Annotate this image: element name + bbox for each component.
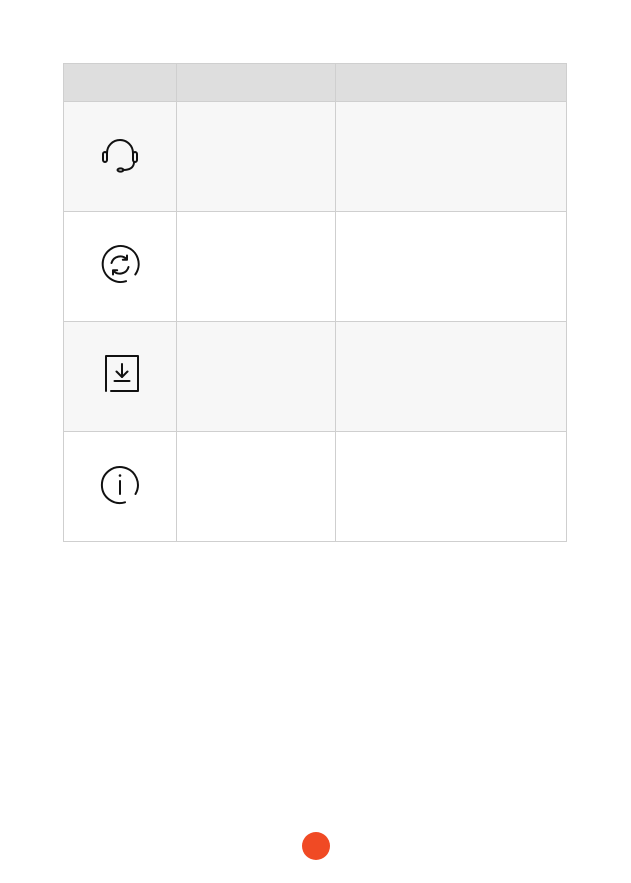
table-row xyxy=(62,431,568,542)
feature-name-cell xyxy=(176,101,336,212)
info-icon xyxy=(101,466,139,504)
feature-description-cell xyxy=(334,321,568,432)
icon-cell xyxy=(62,431,178,542)
feature-name-cell xyxy=(176,211,336,322)
download-document-icon xyxy=(105,355,140,392)
table-header-row xyxy=(62,63,568,102)
header-cell-icon xyxy=(62,63,178,102)
icon-cell xyxy=(62,321,178,432)
headset-icon xyxy=(102,139,139,173)
refresh-icon xyxy=(101,245,140,283)
feature-table xyxy=(62,63,568,542)
feature-description-cell xyxy=(334,211,568,322)
page-indicator-dot xyxy=(302,832,330,860)
table-row xyxy=(62,211,568,322)
table-row xyxy=(62,101,568,212)
table-row xyxy=(62,321,568,432)
header-cell-description xyxy=(334,63,568,102)
feature-description-cell xyxy=(334,431,568,542)
icon-cell xyxy=(62,211,178,322)
feature-description-cell xyxy=(334,101,568,212)
feature-name-cell xyxy=(176,321,336,432)
header-cell-name xyxy=(176,63,336,102)
icon-cell xyxy=(62,101,178,212)
feature-name-cell xyxy=(176,431,336,542)
